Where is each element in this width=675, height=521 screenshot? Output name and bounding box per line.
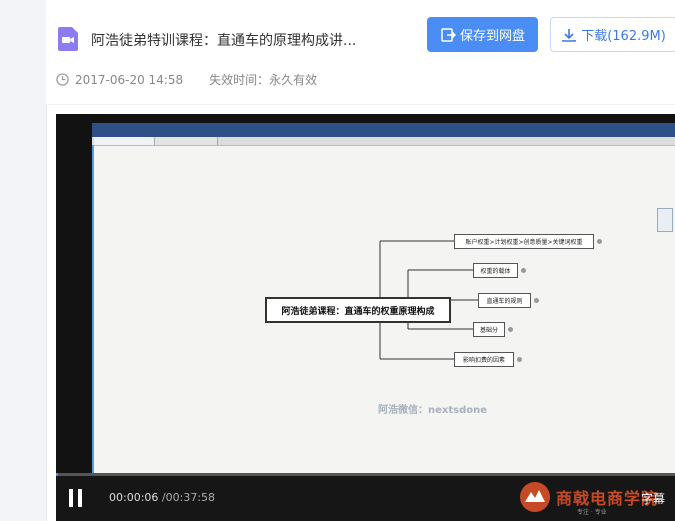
current-time: 00:00:06 <box>109 491 159 504</box>
video-frame: 阿浩徒弟课程：直通车的权重原理构成 账户权重>计划权重>创意质量>关键词权重 权… <box>92 123 675 479</box>
download-button[interactable]: 下载(162.9M) <box>550 17 675 52</box>
pause-button[interactable] <box>69 489 83 507</box>
save-icon <box>441 27 456 42</box>
subtitle-button[interactable]: 字幕 <box>641 490 665 507</box>
mindmap-node: 权重的载体 <box>473 263 518 278</box>
expiry-label: 失效时间： <box>209 73 270 87</box>
mindmap-root-node: 阿浩徒弟课程：直通车的权重原理构成 <box>265 297 451 323</box>
created-time: 2017-06-20 14:58 <box>75 72 184 87</box>
brand-logo-icon <box>520 482 550 512</box>
mindmap-node: 直通车的规则 <box>478 293 531 308</box>
time-display: 00:00:06 /00:37:58 <box>109 491 215 504</box>
brand-tagline: 专注 · 专业 <box>577 509 607 516</box>
save-to-cloud-label: 保存到网盘 <box>459 29 525 44</box>
player-controls: 00:00:06 /00:37:58 商戟电商学院 专注 · 专业 字幕 <box>56 473 675 521</box>
file-meta: 2017-06-20 14:58 失效时间： 永久有效 <box>56 71 317 88</box>
expiry-value: 永久有效 <box>269 73 318 87</box>
download-label: 下载(162.9M) <box>581 29 666 44</box>
mindmap-node: 影响扣费的因素 <box>454 352 514 367</box>
mindmap-node: 账户权重>计划权重>创意质量>关键词权重 <box>454 234 594 249</box>
total-time: /00:37:58 <box>161 491 216 504</box>
progress-bar[interactable] <box>56 473 675 476</box>
download-icon <box>562 28 577 42</box>
mindmap-node: 基础分 <box>473 322 505 337</box>
file-header: 阿浩徒弟特训课程：直通车的原理构成讲... 保存到网盘 下载(162.9M) 2… <box>46 0 675 105</box>
left-sidebar-gutter <box>0 0 47 521</box>
video-watermark: 阿浩微信：nextsdone <box>378 405 488 416</box>
video-player[interactable]: 阿浩徒弟课程：直通车的权重原理构成 账户权重>计划权重>创意质量>关键词权重 权… <box>56 114 675 521</box>
save-to-cloud-button[interactable]: 保存到网盘 <box>427 17 538 52</box>
progress-fill <box>56 473 59 476</box>
video-file-icon <box>58 27 78 51</box>
clock-icon <box>56 73 69 86</box>
file-title: 阿浩徒弟特训课程：直通车的原理构成讲... <box>91 33 357 49</box>
